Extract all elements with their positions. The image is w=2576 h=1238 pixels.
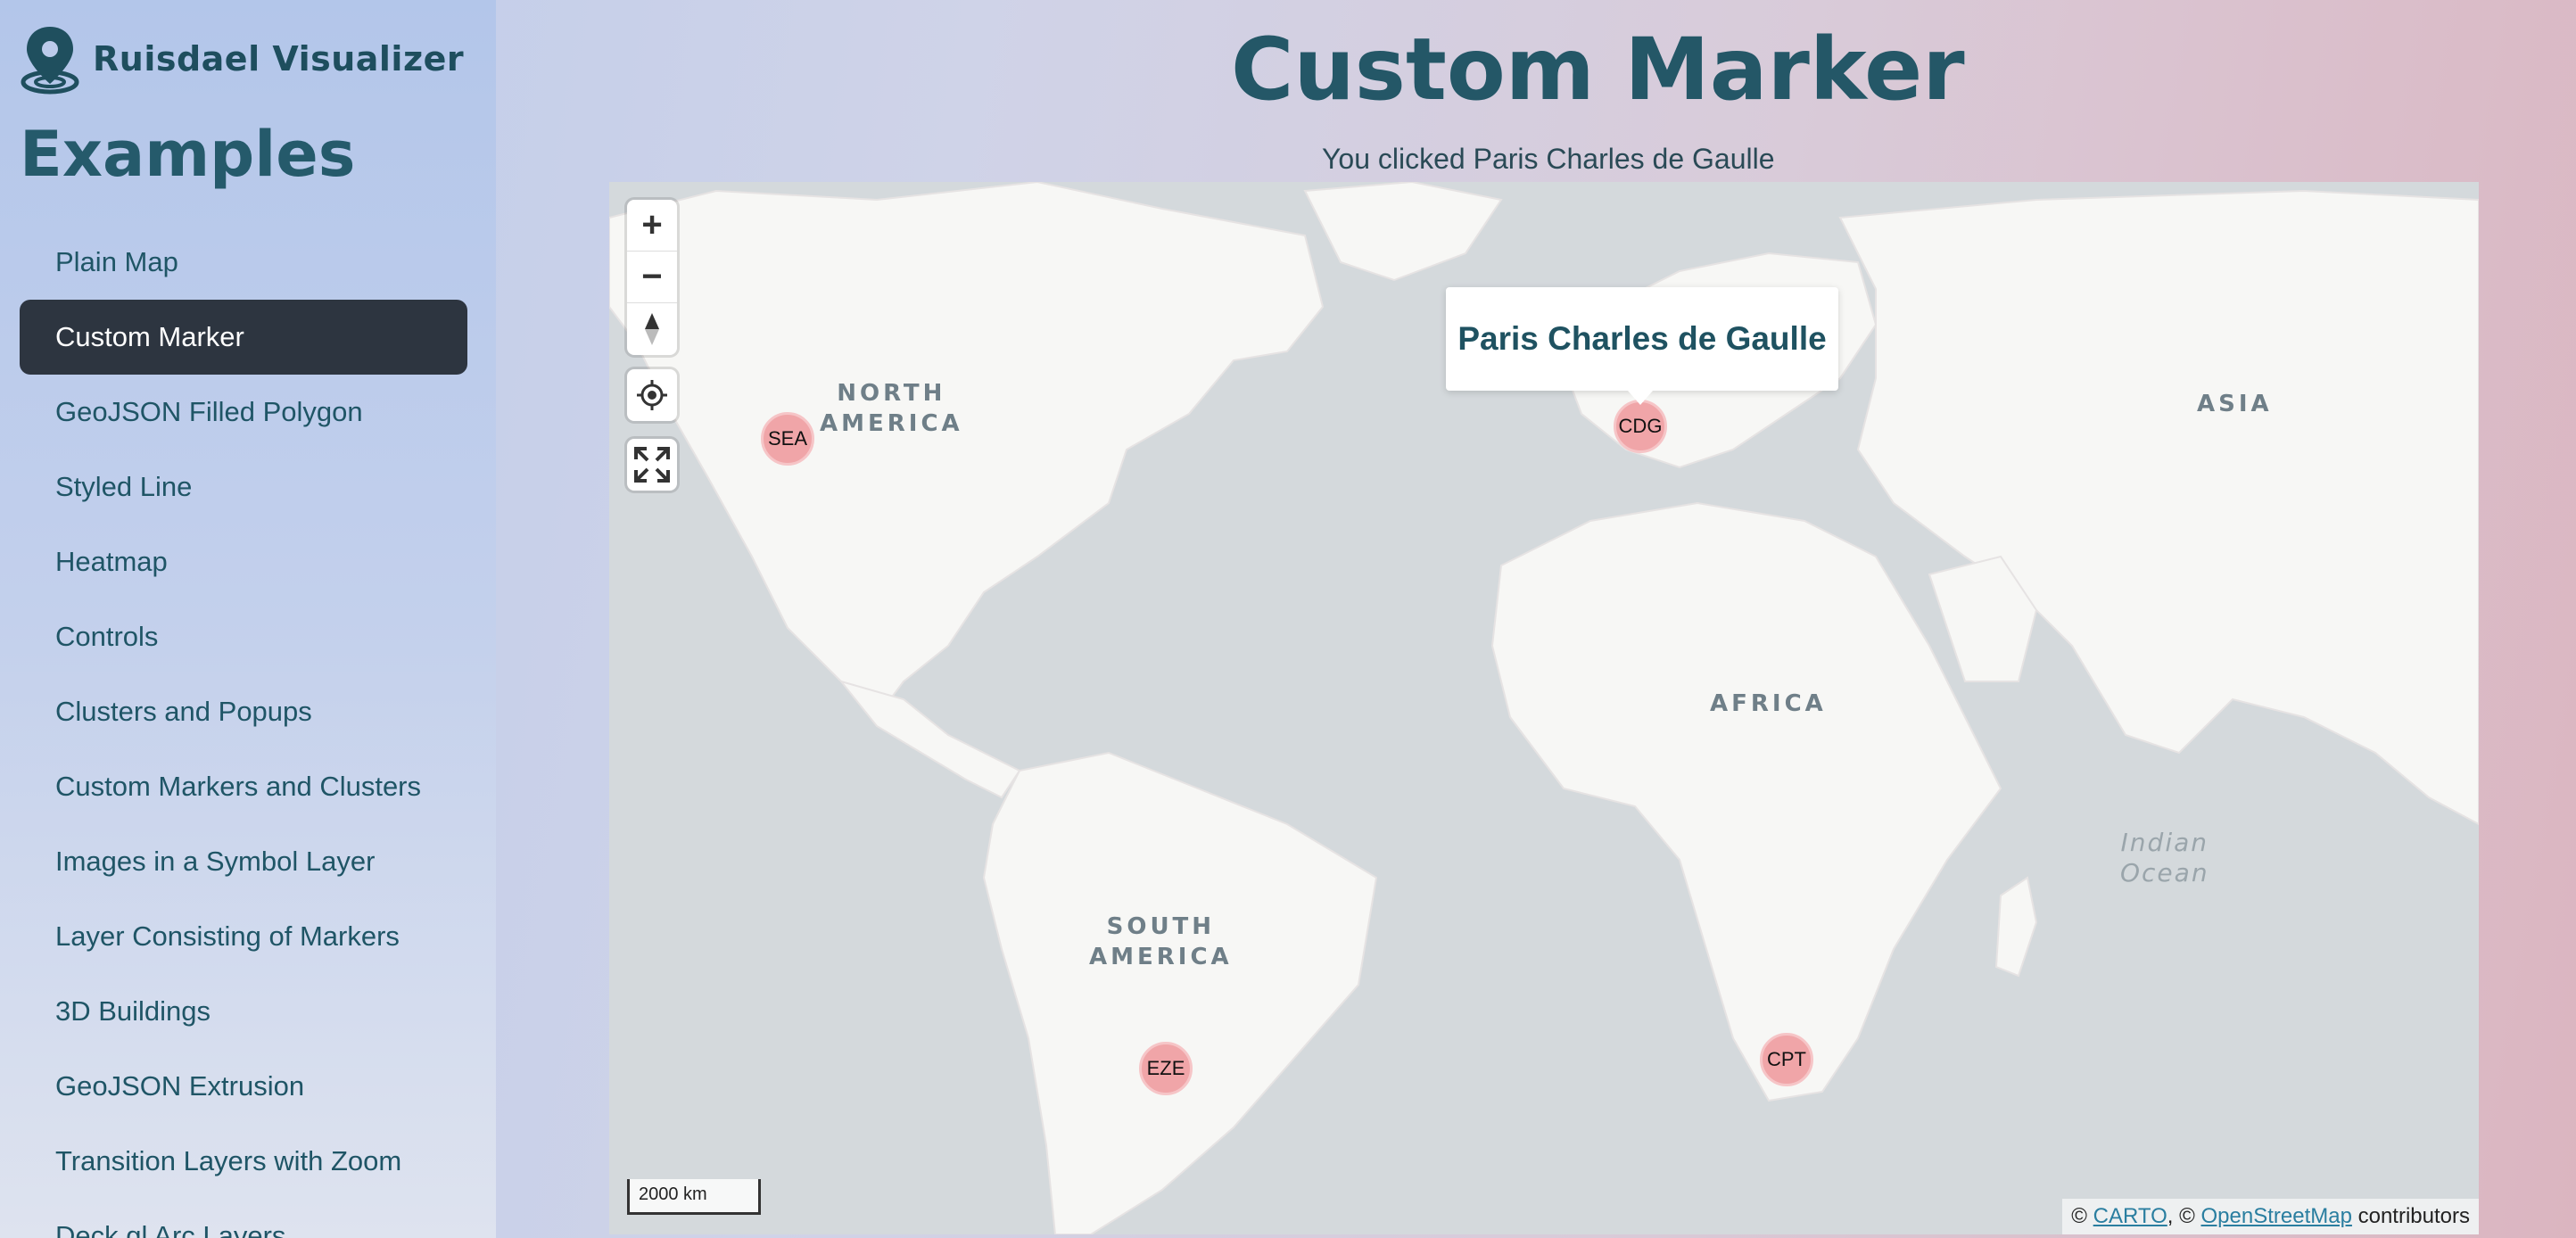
sidebar-nav: Plain Map Custom Marker GeoJSON Filled P…: [20, 225, 467, 1238]
sidebar-item-clusters-and-popups[interactable]: Clusters and Popups: [20, 674, 467, 749]
zoom-out-button[interactable]: −: [627, 252, 677, 303]
fullscreen-button[interactable]: [627, 439, 677, 491]
geolocate-icon: [637, 380, 667, 410]
sidebar-item-transition-layers[interactable]: Transition Layers with Zoom: [20, 1124, 467, 1199]
map-attribution: © CARTO, © OpenStreetMap contributors: [2062, 1199, 2479, 1234]
compass-button[interactable]: [627, 303, 677, 355]
sidebar-item-geojson-filled-polygon[interactable]: GeoJSON Filled Polygon: [20, 375, 467, 450]
click-status-text: You clicked Paris Charles de Gaulle: [1322, 143, 1775, 175]
sidebar-item-layer-of-markers[interactable]: Layer Consisting of Markers: [20, 899, 467, 974]
fullscreen-icon: [634, 447, 670, 483]
label-africa: AFRICA: [1710, 690, 1827, 717]
marker-popup: Paris Charles de Gaulle: [1446, 287, 1838, 391]
geolocate-control: [627, 369, 677, 421]
sidebar-item-styled-line[interactable]: Styled Line: [20, 450, 467, 524]
sidebar-item-images-in-symbol-layer[interactable]: Images in a Symbol Layer: [20, 824, 467, 899]
openstreetmap-link[interactable]: OpenStreetMap: [2201, 1204, 2352, 1228]
sidebar-item-plain-map[interactable]: Plain Map: [20, 225, 467, 300]
sidebar-item-custom-markers-and-clusters[interactable]: Custom Markers and Clusters: [20, 749, 467, 824]
map-canvas[interactable]: + − NORTH AMERICA SOUTH AMERICA AFRICA A…: [609, 182, 2479, 1234]
popup-title: Paris Charles de Gaulle: [1457, 320, 1827, 357]
label-north-america: NORTH AMERICA: [820, 380, 963, 437]
zoom-in-button[interactable]: +: [627, 200, 677, 252]
brand-name: Ruisdael Visualizer: [93, 39, 465, 78]
navigation-control: + −: [627, 200, 677, 355]
label-indian-ocean: Indian Ocean: [2120, 828, 2209, 887]
brand[interactable]: Ruisdael Visualizer: [18, 23, 464, 95]
section-title: Examples: [20, 118, 356, 191]
scale-bar: 2000 km: [627, 1179, 761, 1215]
map-pin-logo-icon: [21, 27, 79, 95]
marker-eze[interactable]: EZE: [1139, 1042, 1193, 1095]
marker-cpt[interactable]: CPT: [1760, 1033, 1813, 1086]
sidebar-item-controls[interactable]: Controls: [20, 599, 467, 674]
sidebar-item-custom-marker[interactable]: Custom Marker: [20, 300, 467, 375]
carto-link[interactable]: CARTO: [2093, 1204, 2167, 1228]
sidebar-item-3d-buildings[interactable]: 3D Buildings: [20, 974, 467, 1049]
page-title: Custom Marker: [1231, 20, 1965, 120]
sidebar-item-heatmap[interactable]: Heatmap: [20, 524, 467, 599]
compass-icon: [645, 313, 659, 345]
label-asia: ASIA: [2197, 391, 2273, 417]
sidebar-item-geojson-extrusion[interactable]: GeoJSON Extrusion: [20, 1049, 467, 1124]
label-south-america: SOUTH AMERICA: [1089, 913, 1233, 970]
sidebar: Ruisdael Visualizer Examples Plain Map C…: [0, 0, 496, 1238]
marker-cdg[interactable]: CDG: [1614, 400, 1667, 453]
marker-sea[interactable]: SEA: [761, 412, 814, 466]
sidebar-item-deckgl-arc-layers[interactable]: Deck.gl Arc Layers: [20, 1199, 467, 1238]
geolocate-button[interactable]: [627, 369, 677, 421]
popup-tip: [1628, 391, 1653, 405]
fullscreen-control: [627, 439, 677, 491]
